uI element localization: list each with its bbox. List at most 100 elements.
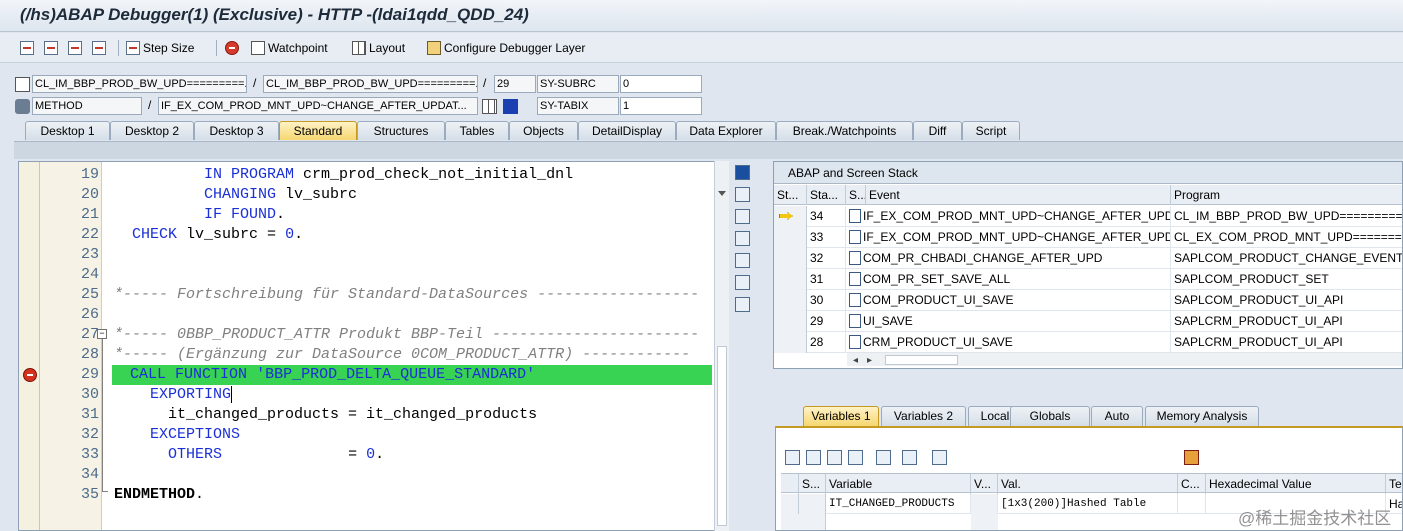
variable-value[interactable]: [1x3(200)]Hashed Table [998, 494, 1178, 514]
code-token: 0 [366, 446, 376, 463]
editor-vertical-scrollbar[interactable] [714, 161, 729, 531]
replace-tool-icon[interactable] [735, 209, 750, 224]
swap-icon[interactable] [735, 253, 750, 268]
row-selector[interactable] [781, 494, 799, 514]
code-text: *----- Fortschreibung für Standard-DataS… [114, 285, 699, 305]
watchpoint-button[interactable]: Watchpoint [251, 39, 328, 57]
tab-break-watchpoints[interactable]: Break./Watchpoints [776, 121, 913, 140]
delete-icon[interactable] [785, 450, 800, 465]
navigate-icon[interactable] [482, 99, 497, 114]
stack-row[interactable]: 34 IF_EX_COM_PROD_MNT_UPD~CHANGE_AFTER_UP… [774, 206, 1402, 227]
tab-structures[interactable]: Structures [357, 121, 445, 140]
separator [216, 40, 217, 56]
configure-layer-button[interactable]: Configure Debugger Layer [427, 39, 585, 57]
variable-name-field[interactable]: IT_CHANGED_PRODUCTS [826, 494, 971, 514]
fold-toggle-icon[interactable]: − [97, 329, 107, 339]
row-selector[interactable] [774, 227, 807, 248]
stop-button[interactable] [225, 39, 239, 57]
step-size-label: Step Size [143, 41, 195, 55]
folder-icon[interactable] [932, 450, 947, 465]
stack-row[interactable]: 29 UI_SAVE SAPLCRM_PRODUCT_UI_API [774, 311, 1402, 332]
tab-desktop-2[interactable]: Desktop 2 [110, 121, 194, 140]
layout-icon[interactable] [827, 450, 842, 465]
var-tab-memory-analysis[interactable]: Memory Analysis [1145, 406, 1259, 426]
services-icon[interactable] [735, 275, 750, 290]
var-tab-auto[interactable]: Auto [1091, 406, 1143, 426]
variables-col-header[interactable]: S... [799, 474, 826, 494]
row-selector[interactable] [774, 332, 807, 353]
stack-col-header[interactable]: Sta... [807, 185, 846, 205]
tab-script[interactable]: Script [962, 121, 1020, 140]
list-icon[interactable] [806, 450, 821, 465]
stack-row[interactable]: 33 IF_EX_COM_PROD_MNT_UPD~CHANGE_AFTER_UP… [774, 227, 1402, 248]
row-selector[interactable] [781, 514, 826, 530]
stack-row[interactable]: 31 COM_PR_SET_SAVE_ALL SAPLCOM_PRODUCT_SET [774, 269, 1402, 290]
tab-tables[interactable]: Tables [445, 121, 509, 140]
code-text: ENDMETHOD. [114, 485, 204, 505]
slash: / [148, 98, 152, 112]
row-selector[interactable] [774, 290, 807, 311]
breakpoint-icon[interactable] [23, 368, 37, 382]
transfer-icon[interactable] [902, 450, 917, 465]
save-icon[interactable] [1184, 450, 1199, 465]
return-button[interactable] [68, 39, 82, 57]
code-line: 21 IF FOUND. [19, 205, 728, 225]
tab-desktop-3[interactable]: Desktop 3 [194, 121, 279, 140]
tab-detaildisplay[interactable]: DetailDisplay [578, 121, 676, 140]
execute-button[interactable] [44, 39, 58, 57]
fullscreen-icon[interactable] [735, 231, 750, 246]
variables-col-header[interactable]: V... [971, 474, 998, 494]
sysubrc-value[interactable]: 0 [620, 75, 702, 93]
step-size-button[interactable]: Step Size [126, 39, 194, 57]
variables-col-header[interactable]: Hexadecimal Value [1206, 474, 1386, 494]
stack-event-text: CRM_PRODUCT_UI_SAVE [863, 335, 1013, 349]
code-text: IN PROGRAM crm_prod_check_not_initial_dn… [114, 165, 573, 185]
print-icon[interactable] [848, 450, 863, 465]
scroll-thumb[interactable] [885, 355, 958, 365]
var-tab-variables-2[interactable]: Variables 2 [881, 406, 966, 426]
tab-diff[interactable]: Diff [913, 121, 962, 140]
hierarchy-icon[interactable] [876, 450, 891, 465]
info-icon[interactable] [503, 99, 518, 114]
layout-button[interactable]: Layout [352, 39, 405, 57]
stack-col-header[interactable]: S... [846, 185, 866, 205]
stack-row[interactable]: 30 COM_PRODUCT_UI_SAVE SAPLCOM_PRODUCT_UI_… [774, 290, 1402, 311]
stack-horizontal-scrollbar[interactable]: ◂ ▸ [847, 352, 1402, 366]
layout-label: Layout [369, 41, 406, 55]
row-selector[interactable] [774, 248, 807, 269]
close-icon[interactable] [735, 165, 750, 180]
stack-col-header[interactable]: St... [774, 185, 807, 205]
variables-col-header[interactable]: C... [1178, 474, 1206, 494]
new-tool-icon[interactable] [735, 187, 750, 202]
stack-row[interactable]: 32 COM_PR_CHBADI_CHANGE_AFTER_UPD SAPLCOM_… [774, 248, 1402, 269]
configure-label: Configure Debugger Layer [444, 41, 586, 55]
method-icon [849, 314, 861, 328]
var-tab-globals[interactable]: Globals [1010, 406, 1090, 426]
var-tab-variables-1[interactable]: Variables 1 [803, 406, 879, 426]
tab-data-explorer[interactable]: Data Explorer [676, 121, 776, 140]
scroll-down-arrow-icon[interactable] [718, 191, 726, 196]
row-selector[interactable] [774, 311, 807, 332]
scroll-left-icon[interactable]: ◂ [853, 355, 858, 366]
row-selector[interactable] [774, 206, 807, 227]
variables-col-header[interactable]: Tec [1386, 474, 1402, 494]
tab-objects[interactable]: Objects [509, 121, 578, 140]
sytabix-value[interactable]: 1 [620, 97, 702, 115]
stack-row[interactable]: 28 CRM_PRODUCT_UI_SAVE SAPLCRM_PRODUCT_UI_… [774, 332, 1402, 353]
line-number: 31 [80, 406, 99, 423]
code-token: lv_subrc [285, 186, 358, 203]
single-step-button[interactable] [20, 39, 34, 57]
stack-col-header[interactable]: Event [866, 185, 1171, 205]
tab-standard[interactable]: Standard [279, 121, 357, 140]
scroll-right-icon[interactable]: ▸ [867, 355, 872, 366]
variables-col-header[interactable]: Variable [826, 474, 971, 494]
scroll-thumb[interactable] [717, 346, 727, 526]
settings-icon[interactable] [735, 297, 750, 312]
source-editor[interactable]: 19 IN PROGRAM crm_prod_check_not_initial… [18, 161, 729, 531]
tab-desktop-1[interactable]: Desktop 1 [25, 121, 110, 140]
stack-col-header[interactable]: Program [1171, 185, 1402, 205]
row-selector[interactable] [774, 269, 807, 290]
code-line: 35 ENDMETHOD. [19, 485, 728, 505]
continue-button[interactable] [92, 39, 106, 57]
variables-col-header[interactable]: Val. [998, 474, 1178, 494]
